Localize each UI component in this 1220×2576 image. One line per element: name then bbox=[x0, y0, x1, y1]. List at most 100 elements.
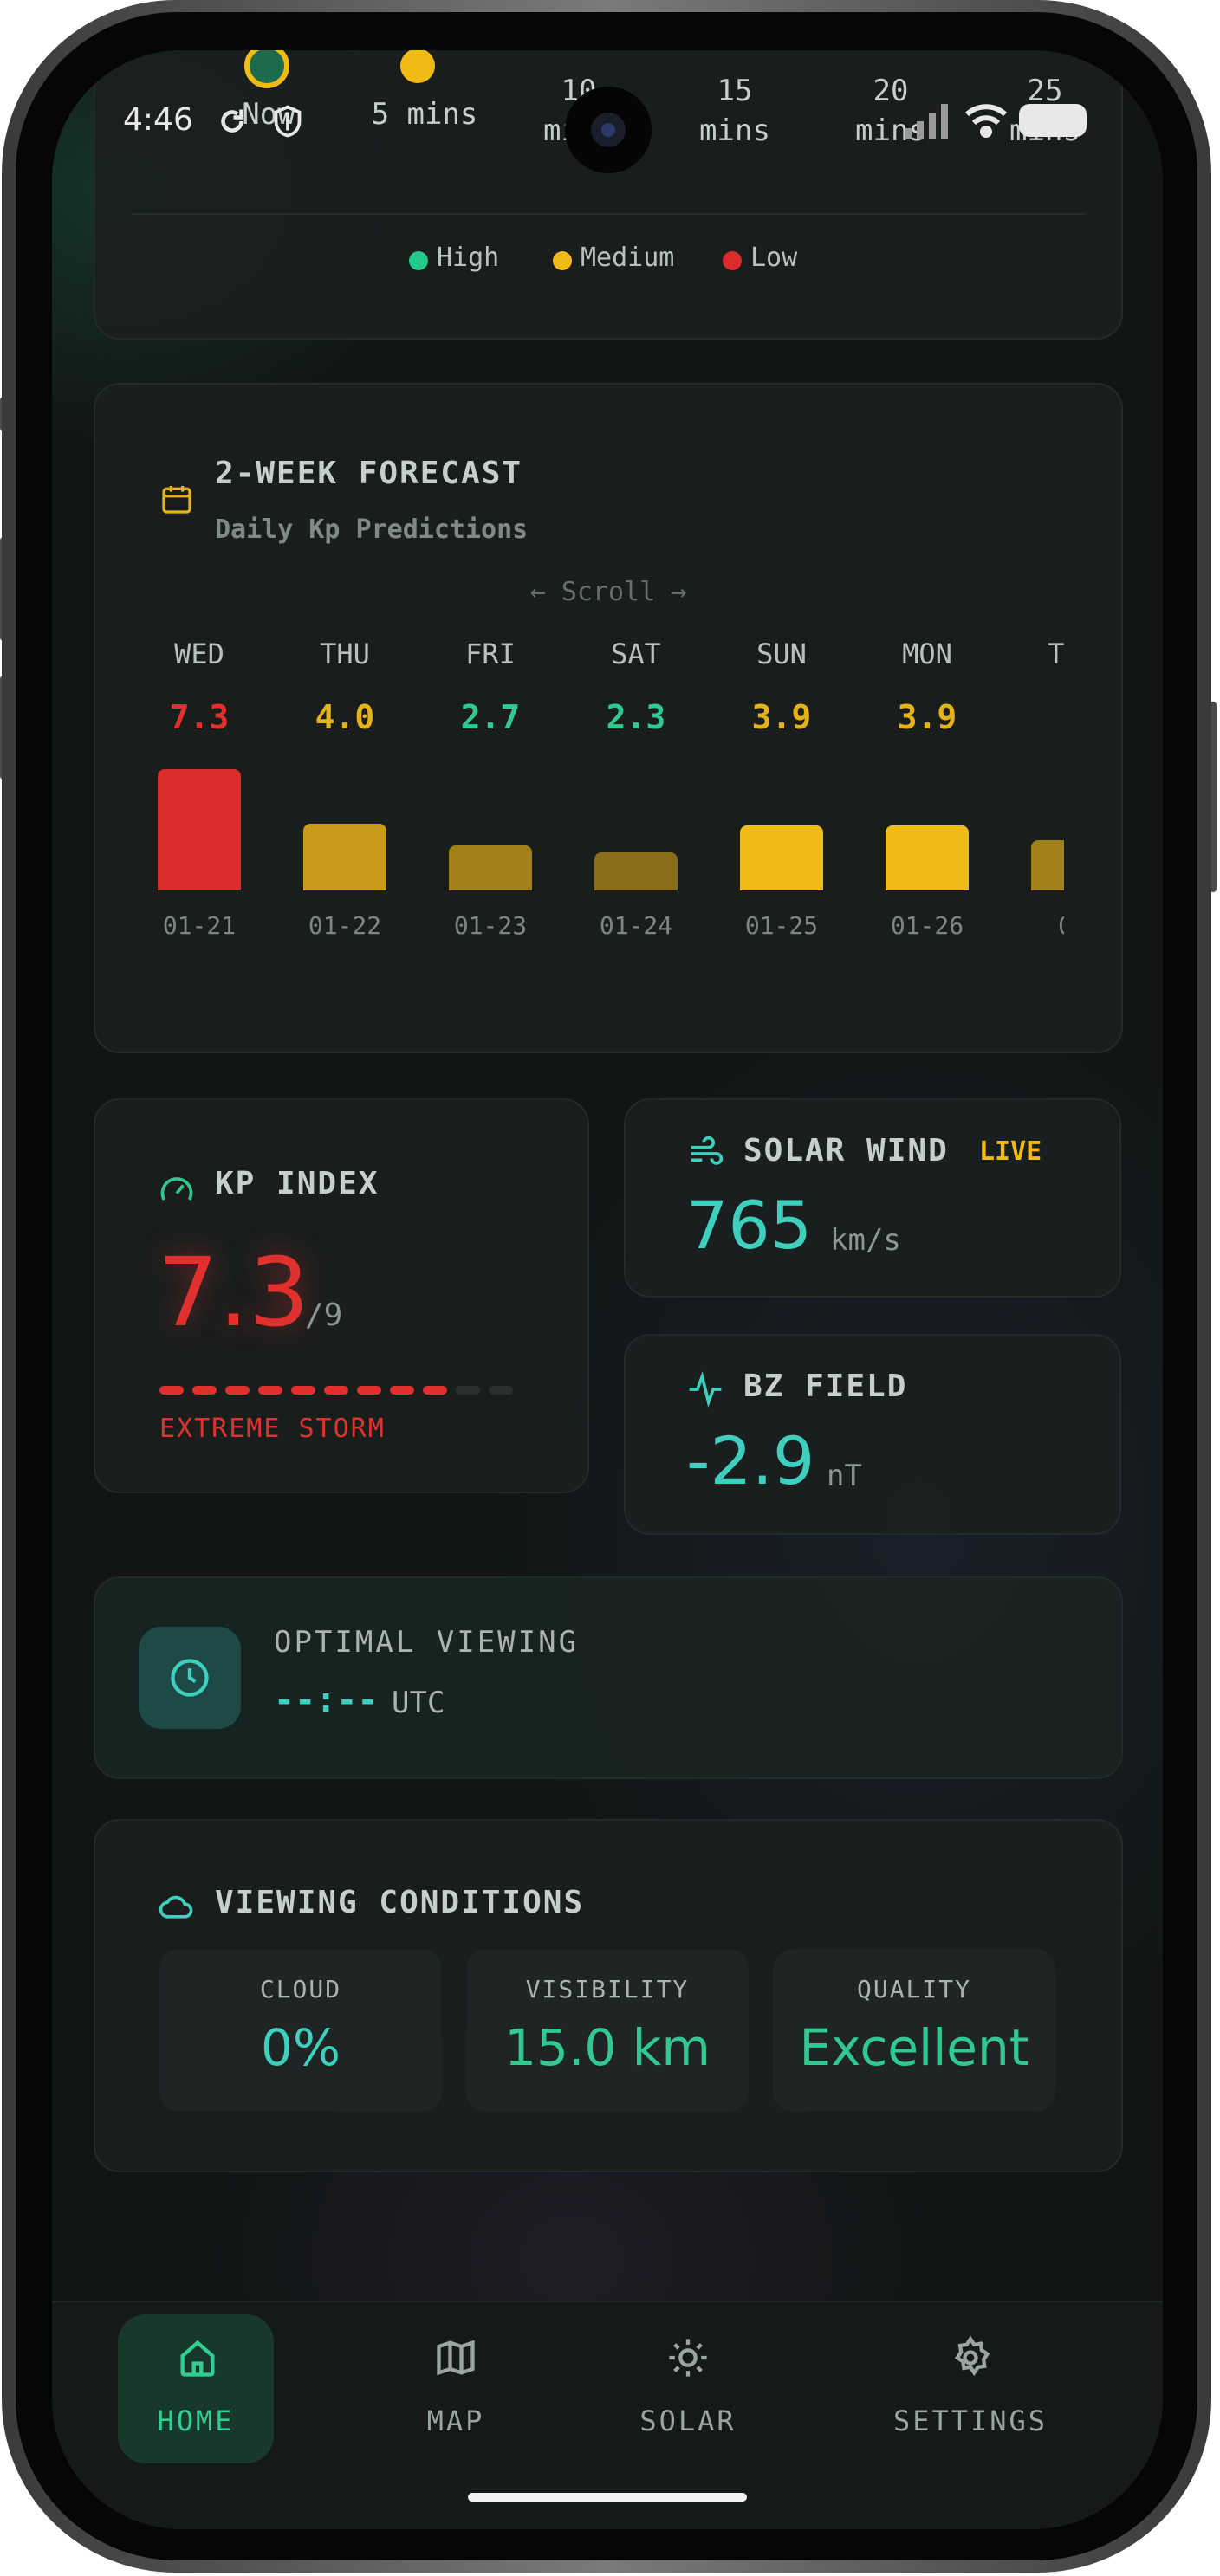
solar-wind-value: 765 bbox=[686, 1187, 813, 1264]
quality-value: Excellent bbox=[799, 2018, 1029, 2077]
nav-home[interactable]: HOME bbox=[118, 2314, 274, 2463]
cloud-value: 0% bbox=[260, 2018, 341, 2077]
conditions-title: VIEWING CONDITIONS bbox=[215, 1885, 585, 1920]
clock-icon-tile bbox=[139, 1627, 241, 1729]
bz-title: BZ FIELD bbox=[743, 1369, 908, 1404]
calendar-icon bbox=[159, 482, 194, 520]
forecast-day-kp: 7.3 bbox=[169, 698, 230, 736]
nav-settings[interactable]: SETTINGS bbox=[875, 2314, 1066, 2463]
forecast-day-date: 01-23 bbox=[453, 911, 528, 940]
cloud-icon bbox=[158, 1888, 196, 1926]
forecast-day-label: SAT bbox=[611, 638, 661, 670]
forecast-bar[interactable] bbox=[740, 825, 823, 890]
legend-medium-dot bbox=[553, 251, 572, 270]
forecast-day-date: 01-25 bbox=[744, 911, 819, 940]
timeline-legend: High Medium Low bbox=[95, 243, 1121, 277]
optimal-viewing-card: OPTIMAL VIEWING --:-- UTC bbox=[94, 1576, 1123, 1779]
bz-value: -2.9 bbox=[686, 1422, 815, 1499]
nav-map-label: MAP bbox=[426, 2404, 485, 2437]
solar-wind-title: SOLAR WIND bbox=[743, 1133, 949, 1168]
forecast-bar[interactable] bbox=[594, 852, 678, 890]
status-time: 4:46 bbox=[123, 102, 193, 138]
kp-level-segment bbox=[159, 1386, 184, 1395]
gauge-icon bbox=[158, 1171, 196, 1213]
forecast-day-label: WED bbox=[174, 638, 224, 670]
forecast-subtitle: Daily Kp Predictions bbox=[215, 515, 529, 545]
kp-level-segment bbox=[423, 1386, 447, 1395]
kp-level-segment bbox=[324, 1386, 348, 1395]
shield-icon bbox=[272, 104, 303, 142]
timeline-label-5: 5 mins bbox=[371, 97, 478, 132]
legend-medium-label: Medium bbox=[581, 243, 675, 273]
optimal-viewing-time: --:-- bbox=[274, 1680, 379, 1720]
forecast-bar[interactable] bbox=[449, 845, 532, 890]
kp-level-segment bbox=[390, 1386, 414, 1395]
forecast-day-kp: 3 bbox=[1021, 698, 1064, 736]
scroll-hint: ← Scroll → bbox=[529, 577, 687, 607]
cloud-label: CLOUD bbox=[259, 1975, 342, 2003]
timeline-divider bbox=[132, 213, 1085, 215]
nav-home-label: HOME bbox=[157, 2404, 235, 2437]
solar-wind-unit: km/s bbox=[830, 1223, 901, 1258]
optimal-viewing-title: OPTIMAL VIEWING bbox=[274, 1625, 580, 1660]
forecast-day-label: FRI bbox=[465, 638, 516, 670]
cloud-box: CLOUD 0% bbox=[159, 1949, 442, 2112]
forecast-day-date: 01-22 bbox=[308, 911, 382, 940]
viewing-conditions-card: VIEWING CONDITIONS CLOUD 0% VISIBILITY 1… bbox=[94, 1819, 1123, 2172]
forecast-bar[interactable] bbox=[303, 824, 386, 890]
battery-icon bbox=[1019, 104, 1087, 137]
camera-cutout bbox=[565, 87, 652, 173]
kp-level-segment bbox=[225, 1386, 250, 1395]
sync-icon bbox=[217, 106, 248, 140]
home-icon bbox=[180, 2340, 215, 2377]
wind-icon bbox=[686, 1135, 724, 1176]
quality-box: QUALITY Excellent bbox=[773, 1949, 1055, 2112]
forecast-day-label: SUN bbox=[756, 638, 807, 670]
live-badge: LIVE bbox=[979, 1136, 1042, 1167]
kp-max: /9 bbox=[305, 1298, 343, 1333]
map-icon bbox=[437, 2340, 475, 2376]
visibility-value: 15.0 km bbox=[504, 2018, 711, 2077]
forecast-day-kp: 4.0 bbox=[315, 698, 375, 736]
legend-high-label: High bbox=[437, 243, 500, 273]
forecast-day-date: 01-24 bbox=[599, 911, 673, 940]
signal-icon bbox=[905, 104, 950, 142]
optimal-viewing-unit: UTC bbox=[392, 1686, 445, 1720]
nav-solar[interactable]: SOLAR bbox=[610, 2314, 766, 2463]
app-screen: Now 5 mins 10 mins 15 mins 20 mins 25 mi… bbox=[52, 50, 1163, 2529]
nav-map[interactable]: MAP bbox=[378, 2314, 534, 2463]
gear-icon bbox=[954, 2335, 990, 2377]
kp-index-card: KP INDEX 7.3 /9 EXTREME STORM bbox=[94, 1098, 589, 1493]
kp-level-bar bbox=[159, 1386, 527, 1395]
sun-icon bbox=[669, 2339, 707, 2377]
forecast-day-kp: 3.9 bbox=[897, 698, 957, 736]
kp-status: EXTREME STORM bbox=[159, 1414, 386, 1444]
legend-low-label: Low bbox=[750, 243, 798, 273]
forecast-scroller[interactable]: WED 7.3 01-21 THU 4.0 01-22 FRI 2.7 01-23 SAT 2.3 0… bbox=[158, 638, 1064, 967]
kp-level-segment bbox=[357, 1386, 381, 1395]
forecast-card: 2-WEEK FORECAST Daily Kp Predictions ← S… bbox=[94, 383, 1123, 1053]
visibility-label: VISIBILITY bbox=[525, 1975, 690, 2003]
kp-level-segment bbox=[489, 1386, 513, 1395]
kp-level-segment bbox=[258, 1386, 282, 1395]
visibility-box: VISIBILITY 15.0 km bbox=[466, 1949, 749, 2112]
forecast-day-date: 01-26 bbox=[890, 911, 964, 940]
forecast-bar[interactable] bbox=[886, 825, 969, 890]
kp-level-segment bbox=[291, 1386, 315, 1395]
forecast-day-date: 01 bbox=[1021, 911, 1064, 940]
legend-low-dot bbox=[723, 251, 742, 270]
forecast-day-label: TUE bbox=[1048, 638, 1064, 670]
forecast-bar[interactable] bbox=[1031, 840, 1064, 890]
forecast-title: 2-WEEK FORECAST bbox=[215, 456, 523, 491]
kp-level-segment bbox=[192, 1386, 217, 1395]
pulse-icon bbox=[686, 1370, 724, 1412]
solar-wind-card: SOLAR WIND LIVE 765 km/s bbox=[624, 1098, 1121, 1298]
five-min-marker bbox=[400, 50, 435, 83]
legend-high-dot bbox=[409, 251, 428, 270]
forecast-bar[interactable] bbox=[158, 769, 241, 890]
clock-icon bbox=[171, 1659, 209, 1697]
kp-value: 7.3 bbox=[158, 1237, 309, 1348]
forecast-day-kp: 2.3 bbox=[606, 698, 666, 736]
home-indicator[interactable] bbox=[468, 2493, 747, 2502]
kp-level-segment bbox=[456, 1386, 480, 1395]
